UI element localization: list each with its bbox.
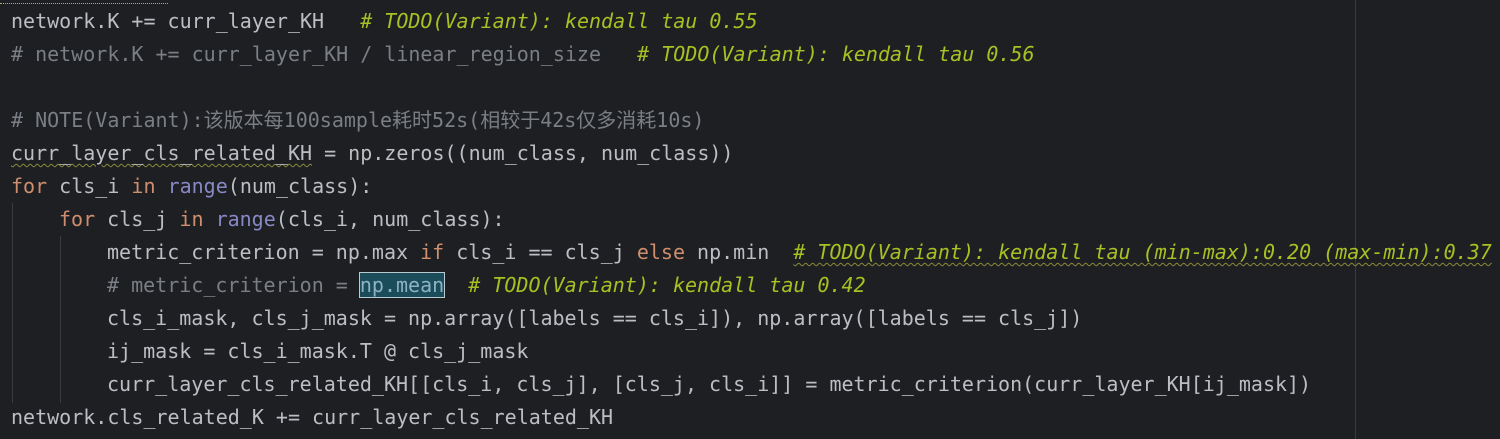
search-highlight[interactable]: np.mean [358,272,446,298]
keyword: in [131,174,156,198]
builtin-function: range [167,174,228,198]
code-line-2[interactable]: # network.K += curr_layer_KH / linear_re… [11,38,1035,71]
indent-guide [12,203,13,403]
code-line-4[interactable]: # NOTE(Variant):该版本每100sample耗时52s(相较于42… [11,104,704,137]
warning-squiggle [0,0,168,4]
code-line-8[interactable]: metric_criterion = np.max if cls_i == cl… [107,236,1492,269]
code-text: curr_layer_cls_related_KH[[cls_i, cls_j]… [107,372,1312,396]
code-line-10[interactable]: cls_i_mask, cls_j_mask = np.array([label… [107,302,1082,335]
indent-guide [60,236,61,403]
code-line-6[interactable]: for cls_i in range(num_class): [11,170,372,203]
code-text: (num_class): [227,174,373,198]
code-text: network.cls_related_K += curr_layer_cls_… [11,405,614,429]
code-text: = np.zeros((num_class, num_class)) [312,141,734,165]
builtin-function: range [215,207,276,231]
todo-comment: # TODO(Variant): kendall tau 0.56 [637,42,1035,66]
code-line-13[interactable]: network.cls_related_K += curr_layer_cls_… [11,401,613,434]
code-text: ij_mask = cls_i_mask.T @ cls_j_mask [107,339,529,363]
right-margin-guide [1355,0,1356,439]
keyword: else [636,240,685,264]
code-text: network.K += curr_layer_KH [11,9,361,33]
code-line-5[interactable]: curr_layer_cls_related_KH = np.zeros((nu… [11,137,733,170]
code-text: cls_i_mask, cls_j_mask = np.array([label… [107,306,1083,330]
keyword: if [420,240,445,264]
code-text: cls_i [47,174,132,198]
todo-comment: # TODO(Variant): kendall tau (min-max):0… [793,240,1492,264]
code-line-11[interactable]: ij_mask = cls_i_mask.T @ cls_j_mask [107,335,528,368]
code-text: (cls_i, num_class): [275,207,505,231]
todo-comment: # TODO(Variant): kendall tau 0.55 [360,9,758,33]
code-line-1[interactable]: network.K += curr_layer_KH # TODO(Varian… [11,5,758,38]
note-comment: # NOTE(Variant):该版本每100sample耗时52s(相较于42… [11,108,705,132]
variable-name: curr_layer_cls_related_KH [11,141,313,165]
keyword: for [59,207,96,231]
keyword: for [11,174,48,198]
code-editor[interactable]: network.K += curr_layer_KH # TODO(Varian… [0,0,1500,439]
todo-comment: # TODO(Variant): kendall tau 0.42 [468,273,866,297]
code-text: cls_j [95,207,180,231]
code-line-7[interactable]: for cls_j in range(cls_i, num_class): [59,203,505,236]
code-text: metric_criterion = np.max [107,240,421,264]
code-text: np.min [685,240,794,264]
comment-text: # metric_criterion = [107,273,360,297]
code-text: cls_i == cls_j [444,240,637,264]
code-line-12[interactable]: curr_layer_cls_related_KH[[cls_i, cls_j]… [107,368,1311,401]
code-line-9[interactable]: # metric_criterion = np.mean # TODO(Vari… [107,269,866,302]
comment-text: # network.K += curr_layer_KH / linear_re… [11,42,638,66]
keyword: in [179,207,204,231]
